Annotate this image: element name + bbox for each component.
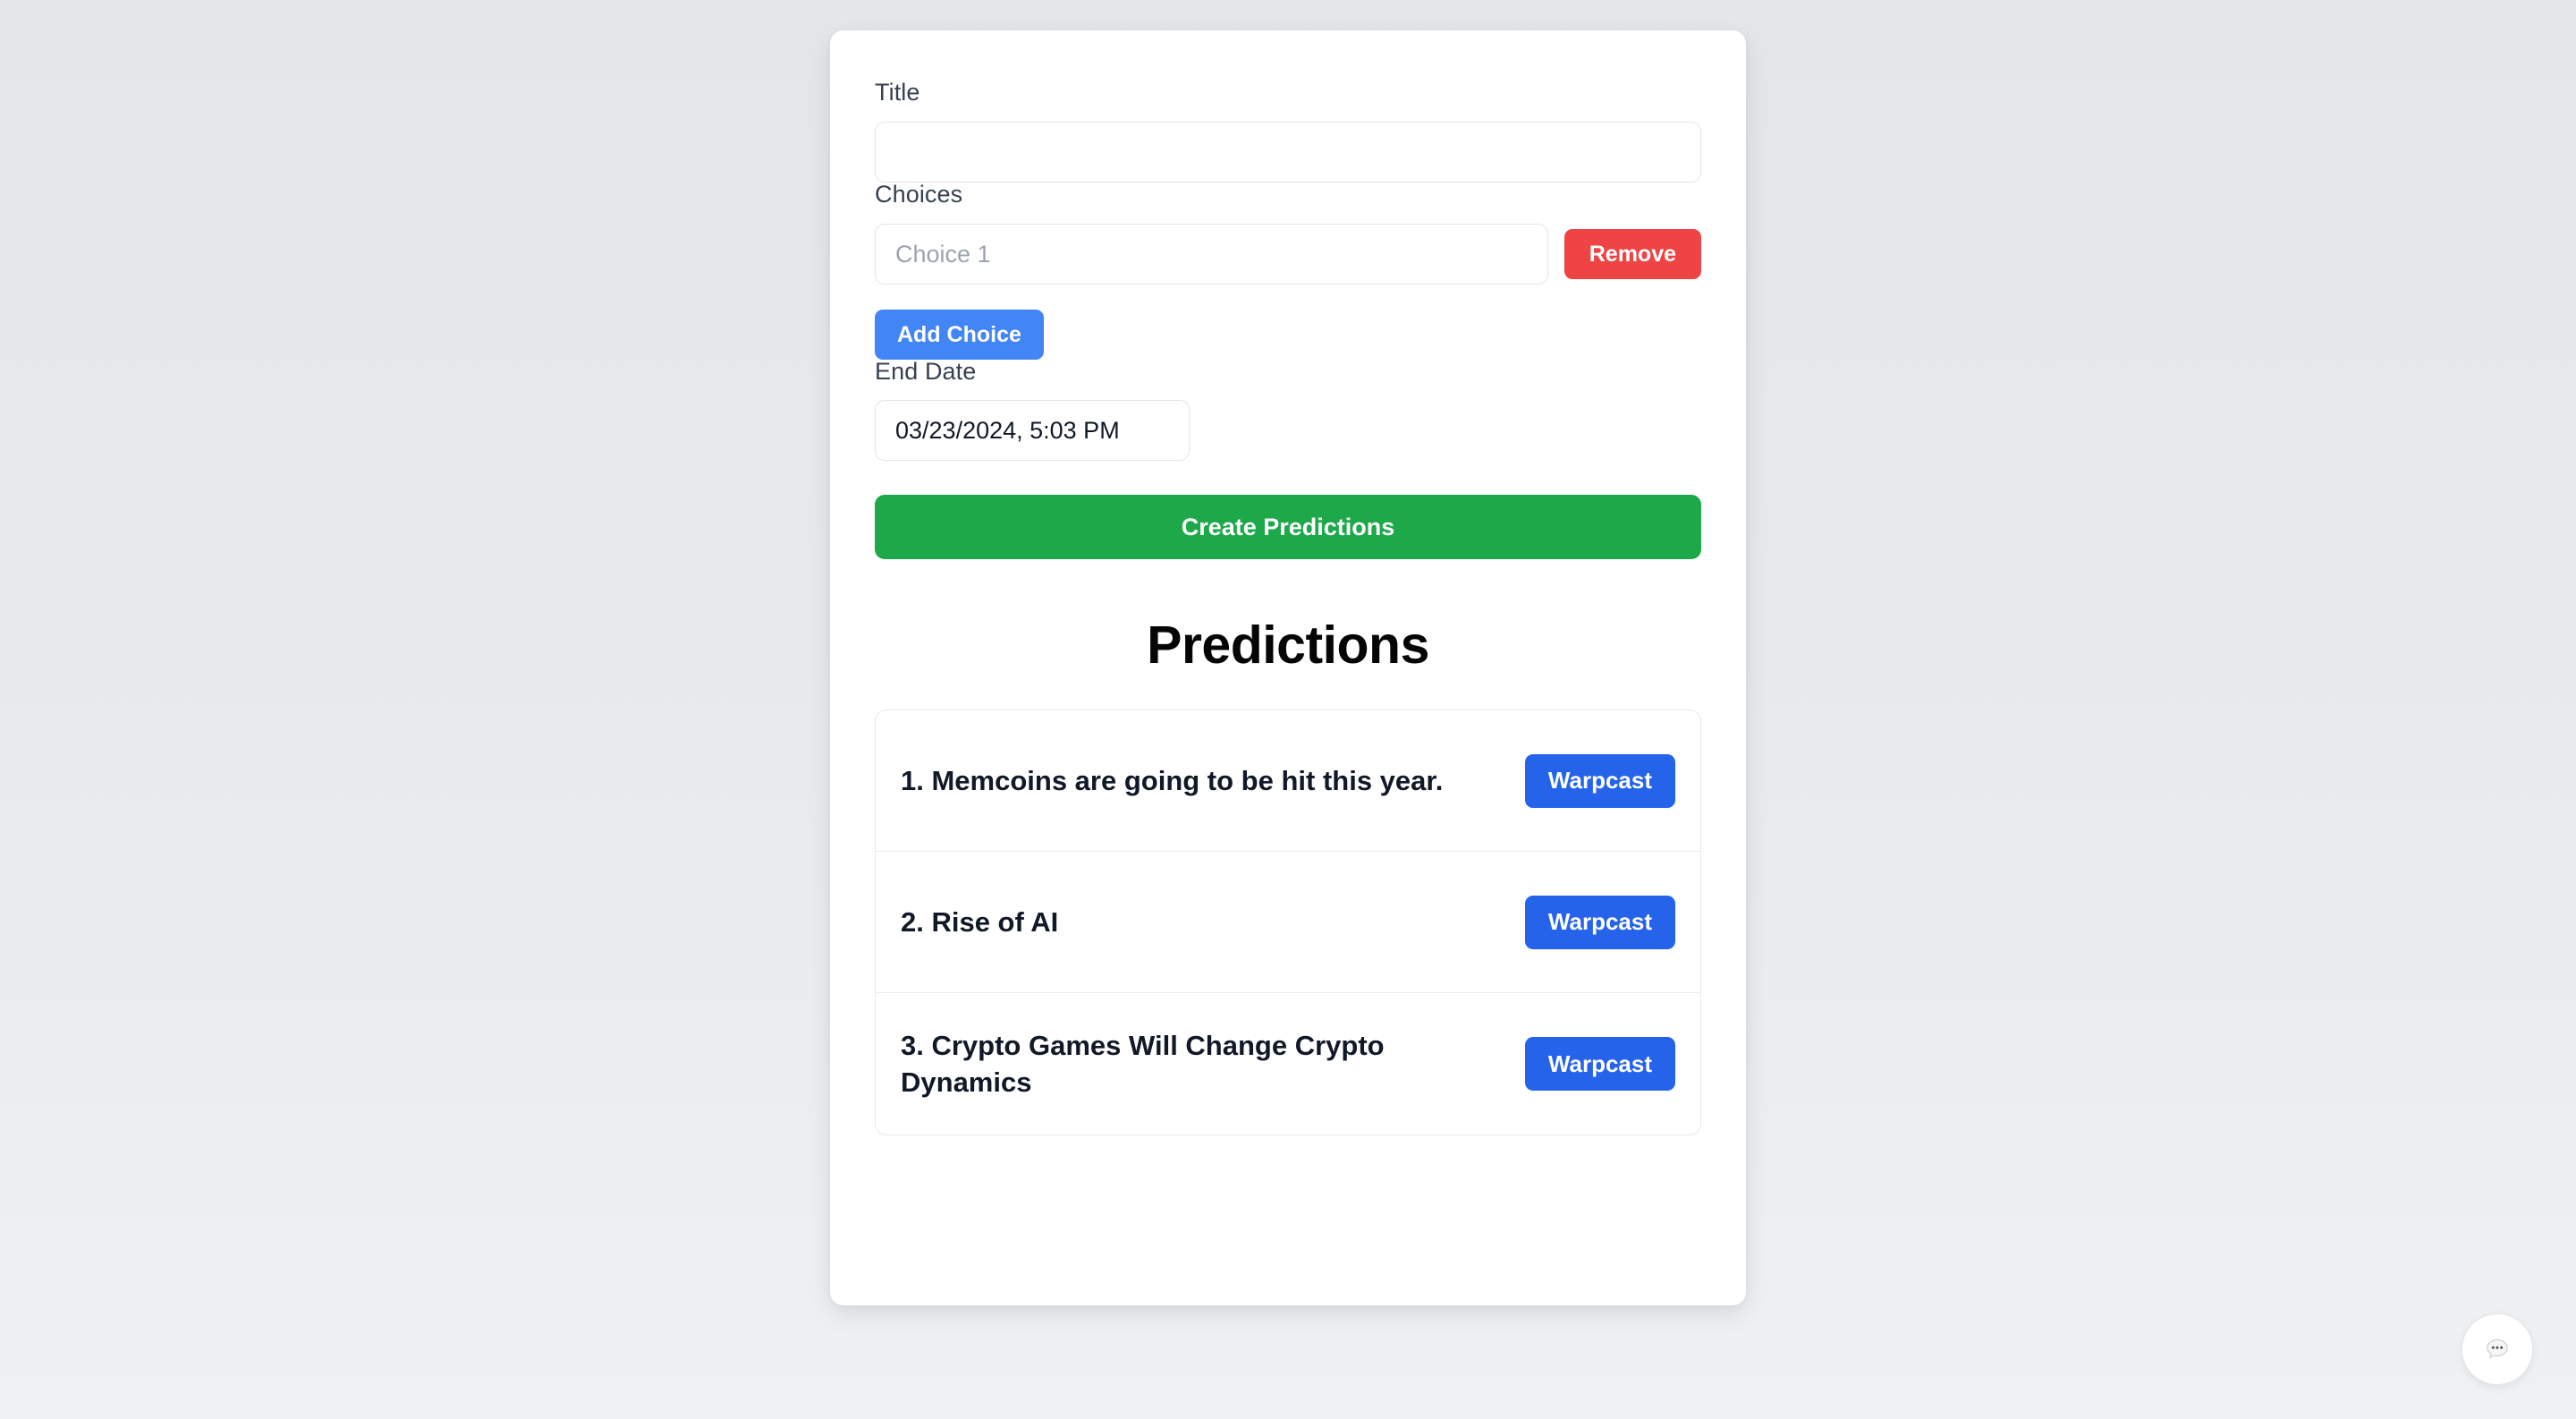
prediction-row: 3. Crypto Games Will Change Crypto Dynam… <box>876 993 1700 1134</box>
prediction-text: 1. Memcoins are going to be hit this yea… <box>901 764 1444 796</box>
create-predictions-button[interactable]: Create Predictions <box>875 495 1701 559</box>
remove-choice-button[interactable]: Remove <box>1563 229 1701 279</box>
chat-bubble-icon <box>2482 1334 2512 1364</box>
end-date-input[interactable] <box>875 400 1190 461</box>
title-input[interactable] <box>875 122 1701 183</box>
prediction-row: 2. Rise of AI Warpcast <box>876 852 1700 993</box>
prediction-text: 2. Rise of AI <box>901 905 1059 938</box>
add-choice-button[interactable]: Add Choice <box>875 310 1044 360</box>
warpcast-button[interactable]: Warpcast <box>1524 895 1675 949</box>
predictions-list: 1. Memcoins are going to be hit this yea… <box>875 710 1701 1135</box>
warpcast-button[interactable]: Warpcast <box>1524 1037 1675 1091</box>
title-label: Title <box>875 79 920 106</box>
predictions-heading: Predictions <box>1147 616 1429 675</box>
prediction-row: 1. Memcoins are going to be hit this yea… <box>876 710 1700 852</box>
choice-row: Remove <box>875 224 1701 285</box>
create-predictions-card: Title Choices Remove Add Choice End Date… <box>830 30 1746 1305</box>
warpcast-button[interactable]: Warpcast <box>1524 753 1675 808</box>
end-date-label: End Date <box>875 358 977 385</box>
choices-label: Choices <box>875 181 963 208</box>
prediction-text: 3. Crypto Games Will Change Crypto Dynam… <box>901 1029 1385 1098</box>
choice-1-input[interactable] <box>875 224 1548 285</box>
chat-launcher-button[interactable] <box>2462 1313 2533 1385</box>
